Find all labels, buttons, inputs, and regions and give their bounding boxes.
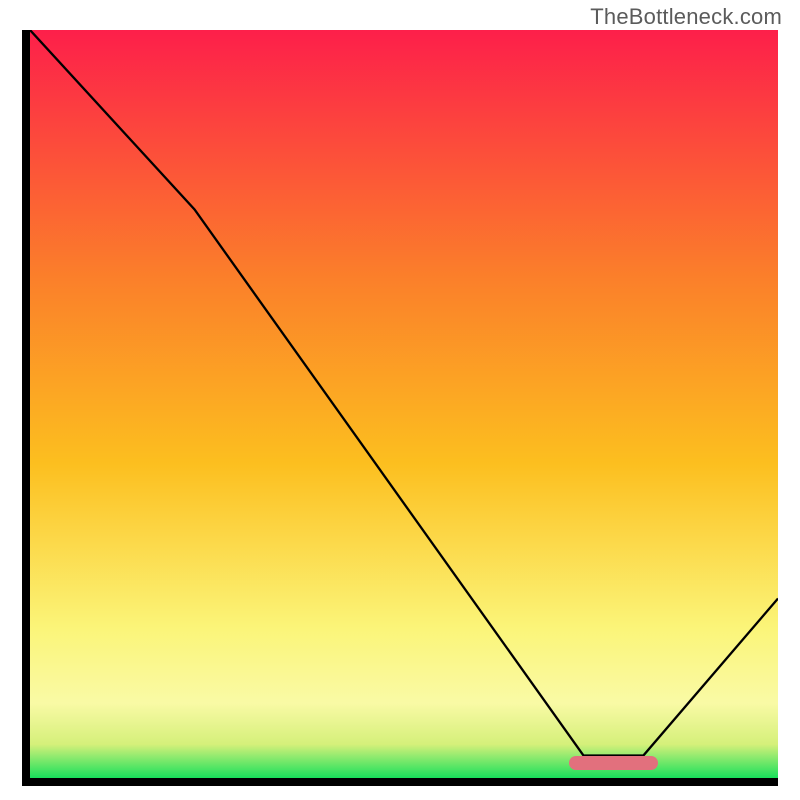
watermark-text: TheBottleneck.com	[590, 4, 782, 30]
plot-area	[30, 30, 778, 778]
optimal-zone-marker	[569, 756, 659, 770]
bottleneck-curve	[30, 30, 778, 778]
chart-container: TheBottleneck.com	[0, 0, 800, 800]
